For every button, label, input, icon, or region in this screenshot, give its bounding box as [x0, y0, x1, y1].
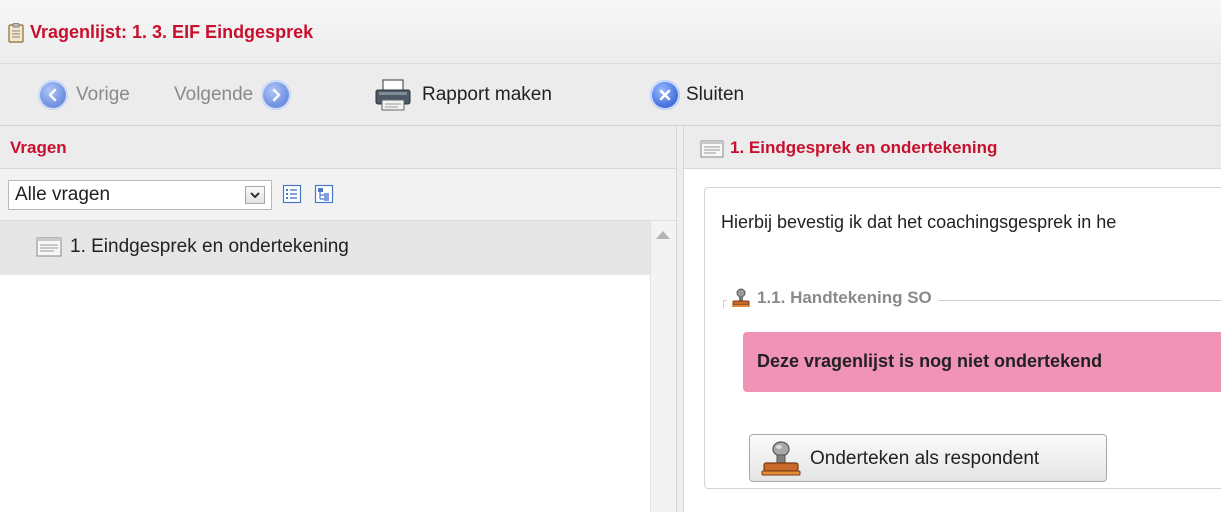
arrow-left-icon [38, 80, 68, 110]
question-tree: 1. Eindgesprek en ondertekening [0, 221, 676, 512]
toolbar: Vorige Volgende Rapport maken Sluiten [0, 64, 1221, 126]
question-filter-select[interactable]: Alle vragen [8, 180, 272, 210]
arrow-right-icon [261, 80, 292, 110]
document-icon [36, 237, 62, 257]
report-button[interactable]: Rapport maken [374, 64, 552, 126]
scroll-up-icon[interactable] [656, 231, 670, 239]
chevron-down-icon[interactable] [245, 186, 265, 204]
close-button[interactable]: Sluiten [650, 64, 744, 126]
unsigned-warning: Deze vragenlijst is nog niet ondertekend [743, 332, 1221, 392]
app-window: Vragenlijst: 1. 3. EIF Eindgesprek Vorig… [0, 0, 1221, 512]
panel-splitter[interactable] [676, 126, 684, 512]
signature-section-title: 1.1. Handtekening SO [757, 288, 932, 307]
document-icon [700, 140, 724, 158]
previous-button[interactable]: Vorige [38, 64, 130, 126]
filter-bar: Alle vragen [0, 169, 676, 221]
questions-heading: Vragen [10, 138, 67, 157]
sign-as-respondent-button[interactable]: Onderteken als respondent [749, 434, 1107, 482]
questions-panel-header: Vragen [0, 126, 676, 169]
window-title: Vragenlijst: 1. 3. EIF Eindgesprek [30, 22, 314, 42]
question-text: Hierbij bevestig ik dat het coachingsges… [721, 212, 1117, 232]
close-icon [650, 80, 680, 110]
question-heading: 1. Eindgesprek en ondertekening [730, 138, 998, 157]
next-button[interactable]: Volgende [174, 64, 292, 126]
printer-icon [375, 79, 411, 111]
signature-section-legend: 1.1. Handtekening SO [727, 288, 938, 308]
stamp-icon [761, 441, 801, 476]
tree-scrollbar[interactable] [650, 221, 676, 512]
tree-item-eindgesprek[interactable]: 1. Eindgesprek en ondertekening [0, 221, 650, 275]
fieldset-border-left [723, 300, 724, 308]
close-label: Sluiten [686, 84, 745, 105]
question-card: Hierbij bevestig ik dat het coachingsges… [704, 187, 1221, 489]
unsigned-warning-text: Deze vragenlijst is nog niet ondertekend [757, 351, 1103, 371]
report-label: Rapport maken [422, 84, 552, 105]
tree-item-label: 1. Eindgesprek en ondertekening [70, 236, 349, 257]
next-label: Volgende [174, 84, 254, 105]
list-view-icon[interactable] [282, 184, 302, 204]
previous-label: Vorige [76, 84, 130, 105]
tree-view-icon[interactable] [314, 184, 334, 204]
clipboard-icon [8, 23, 24, 43]
sign-button-label: Onderteken als respondent [810, 448, 1040, 469]
question-content: Hierbij bevestig ik dat het coachingsges… [684, 169, 1221, 512]
question-panel-header: 1. Eindgesprek en ondertekening [684, 126, 1221, 169]
title-bar: Vragenlijst: 1. 3. EIF Eindgesprek [0, 0, 1221, 64]
question-filter-value: Alle vragen [15, 184, 111, 205]
stamp-icon [732, 288, 750, 307]
